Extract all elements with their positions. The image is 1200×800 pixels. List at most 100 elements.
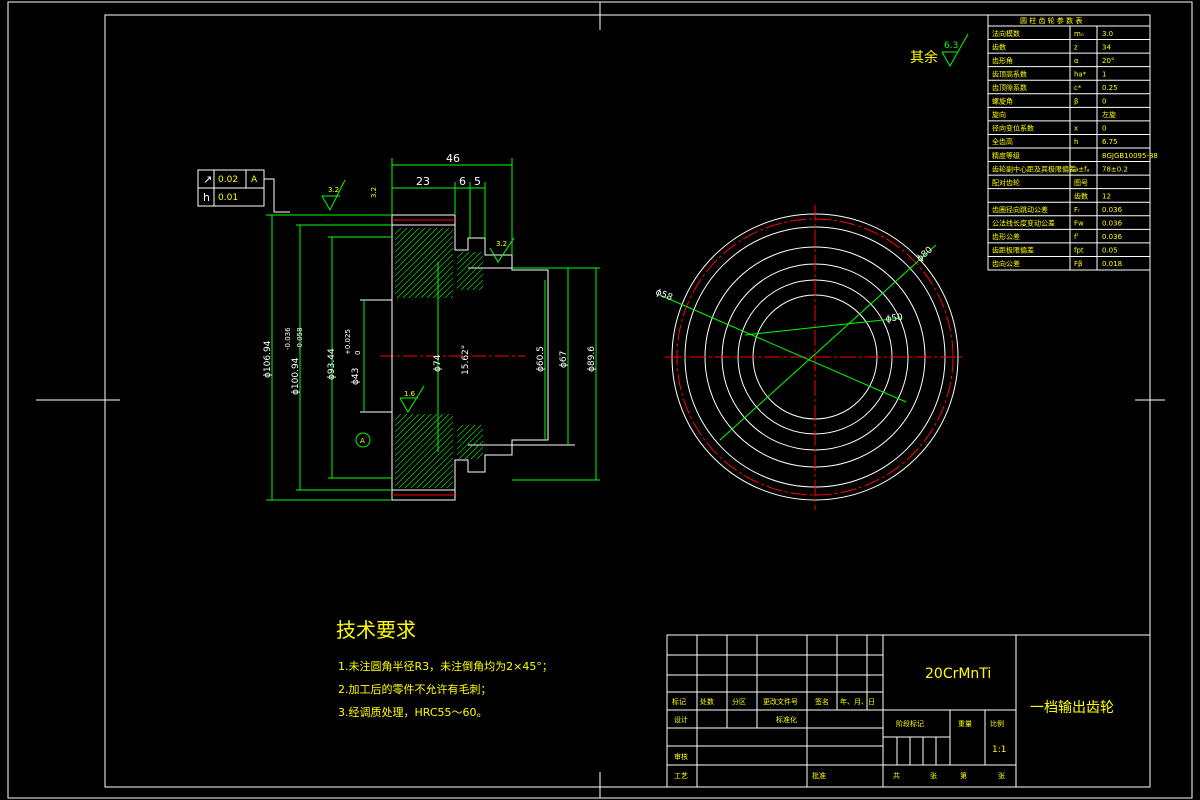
gear-row-symbol: 齿数	[1074, 191, 1088, 200]
dim-d605: ϕ60.5	[536, 346, 546, 372]
gear-row-value: 0.036	[1102, 233, 1123, 241]
side-view: ϕ58 ϕ80 ϕ50	[654, 205, 965, 510]
material: 20CrMnTi	[925, 666, 991, 682]
gear-row-symbol: ha*	[1074, 70, 1087, 78]
gear-row-name: 齿向公差	[992, 259, 1020, 268]
gear-row-value: 0.036	[1102, 220, 1123, 228]
dim-d74: ϕ74	[433, 354, 443, 372]
gear-row-symbol: z	[1074, 43, 1078, 51]
tb-label-count: 处数	[700, 697, 714, 706]
rough-lower: 1.6	[404, 390, 416, 398]
tb-label-change: 更改文件号	[763, 697, 798, 706]
tb-stage: 阶段标记	[896, 719, 924, 728]
gear-row-value: 8GJGB10095-88	[1102, 152, 1158, 160]
gear-row-symbol: Fβ	[1074, 260, 1083, 268]
tech-title: 技术要求	[336, 618, 416, 642]
dim-d896: ϕ89.6	[587, 346, 597, 372]
gear-row-symbol: fpt	[1074, 247, 1084, 255]
gear-row-value: 0	[1102, 125, 1106, 133]
tol-datum-1: A	[251, 175, 258, 185]
gear-row-value: 6.75	[1102, 138, 1118, 146]
side-dim-d58: ϕ58	[654, 288, 674, 304]
gear-parameter-table: 圆 柱 齿 轮 参 数 表 法向模数 mₙ 3.0 齿数 z 34 齿形角 α 20° 齿顶高系数…	[987, 14, 1158, 271]
gear-row-name: 径向变位系数	[992, 124, 1034, 133]
tb-label-date: 年、月、日	[840, 697, 875, 706]
dim-d-root: ϕ100.94	[291, 357, 301, 395]
gear-row-name: 公法线长度变动公差	[992, 219, 1055, 228]
dim-d-bore: ϕ43	[351, 368, 361, 385]
gear-row-value: 78±0.2	[1102, 165, 1128, 173]
tb-label-mark: 标记	[672, 697, 686, 706]
gear-row-value: 1	[1102, 70, 1106, 78]
datum-a-label: A	[360, 437, 365, 445]
gear-row-symbol: Fᵣ	[1074, 206, 1080, 214]
tb-approve: 批准	[812, 771, 826, 780]
surface-finish-value: 6.3	[944, 41, 958, 51]
gear-row-name: 全齿高	[992, 137, 1013, 146]
tb-label-zone: 分区	[732, 697, 746, 706]
gear-row-symbol: β	[1074, 98, 1078, 106]
gear-row-symbol: mₙ	[1074, 30, 1084, 38]
gear-row-name: 齿顶高系数	[992, 69, 1027, 78]
dim-d-root-tol-upper: -0.036	[284, 327, 292, 350]
tb-review: 审核	[674, 752, 688, 761]
gear-row-symbol: h	[1074, 138, 1078, 146]
dim-d-bore-tol-lower: 0	[354, 351, 362, 355]
gear-row-value: 12	[1102, 192, 1111, 200]
gear-row-value: 0	[1102, 98, 1106, 106]
gear-row-name: 齿顶隙系数	[992, 83, 1027, 92]
tb-weight: 重量	[958, 720, 972, 728]
tb-design: 设计	[674, 715, 688, 724]
dim-46: 46	[446, 152, 460, 165]
geometric-tolerance-frame: ↗ 0.02 A h 0.01	[197, 169, 290, 213]
gear-row-value: 0.05	[1102, 247, 1118, 255]
dim-d-bore-tol-upper: +0.025	[344, 329, 352, 355]
tb-standardization: 标准化	[776, 715, 797, 724]
tb-sheets-total: 共	[893, 771, 900, 780]
dim-d-outer: ϕ106.94	[263, 340, 273, 378]
gear-row-symbol: x	[1074, 125, 1078, 133]
tb-scale: 1:1	[992, 745, 1006, 755]
gear-row-value: 左旋	[1102, 110, 1116, 119]
rough-right: 3.2	[496, 240, 507, 248]
gear-row-value: 34	[1102, 43, 1111, 51]
surface-finish-label: 其余	[910, 49, 938, 66]
tb-sheet-no: 第	[960, 771, 967, 780]
title-block: 20CrMnTi 一档输出齿轮 标记 处数 分区 更改文件号 签名 年、月、日 …	[666, 634, 1151, 788]
rough-top: 3.2	[328, 186, 339, 194]
tb-scale-label: 比例	[990, 719, 1004, 728]
gear-row-name: 法向模数	[992, 29, 1020, 38]
gear-row-name: 旋向	[992, 110, 1006, 119]
surface-finish-note: 其余 6.3	[910, 33, 969, 68]
gear-row-name: 齿形公差	[992, 232, 1020, 241]
rough-top2: 3.2	[370, 187, 378, 198]
gear-row-symbol: c*	[1074, 84, 1082, 92]
gear-row-value: 0.018	[1102, 260, 1122, 268]
gear-row-symbol: a±fₐ	[1074, 165, 1090, 173]
tb-sheet-unit2: 张	[998, 771, 1005, 780]
part-name: 一档输出齿轮	[1030, 700, 1114, 716]
tb-sheets-unit: 张	[930, 771, 937, 780]
gear-row-symbol: α	[1074, 57, 1079, 65]
dim-d15: 15.62°	[461, 345, 471, 375]
dim-d67: ϕ67	[559, 351, 569, 368]
tech-requirements: 技术要求 1.未注圆角半径R3，未注倒角均为2×45°； 2.加工后的零件不允许…	[336, 618, 553, 719]
tb-label-sign: 签名	[815, 697, 829, 706]
gear-row-value: 3.0	[1102, 30, 1113, 38]
gear-row-name: 齿距极限偏差	[992, 246, 1034, 255]
sheet-outer-border	[7, 1, 1193, 799]
tol-symbol-2: h	[203, 191, 210, 204]
tech-item-1: 1.未注圆角半径R3，未注倒角均为2×45°；	[338, 659, 553, 673]
tol-value-2: 0.01	[218, 193, 238, 203]
section-view: A	[355, 214, 575, 501]
dim-5: 5	[474, 175, 481, 188]
section-dimensions: 46 23 6 5 3.2 3.2 3.2 1.6 ϕ106.94 ϕ100.9…	[263, 152, 600, 501]
dim-d-pitch: ϕ93.44	[327, 348, 337, 380]
gear-row-symbol: 图号	[1074, 179, 1088, 187]
gear-row-value: 20°	[1102, 57, 1114, 65]
gear-row-symbol: fᶠ	[1074, 233, 1079, 241]
tb-process: 工艺	[674, 772, 688, 780]
drawing-canvas: 其余 6.3 圆 柱 齿 轮 参 数 表 法向模数 mₙ 3.0 齿数 z 34 齿形角 α 2…	[7, 1, 1193, 799]
gear-row-name: 精度等级	[992, 151, 1020, 160]
tol-value-1: 0.02	[218, 175, 238, 185]
